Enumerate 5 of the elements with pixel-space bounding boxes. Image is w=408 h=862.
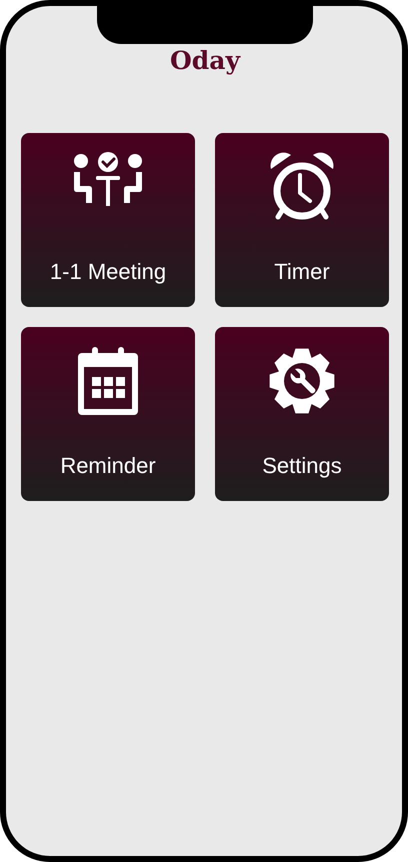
app-title: Oday xyxy=(169,46,242,76)
menu-tile[interactable]: Reminder xyxy=(21,327,195,501)
menu-tile[interactable]: 1-1 Meeting xyxy=(21,133,195,307)
menu-tile[interactable]: Timer xyxy=(215,133,389,307)
menu-tile[interactable]: Settings xyxy=(215,327,389,501)
